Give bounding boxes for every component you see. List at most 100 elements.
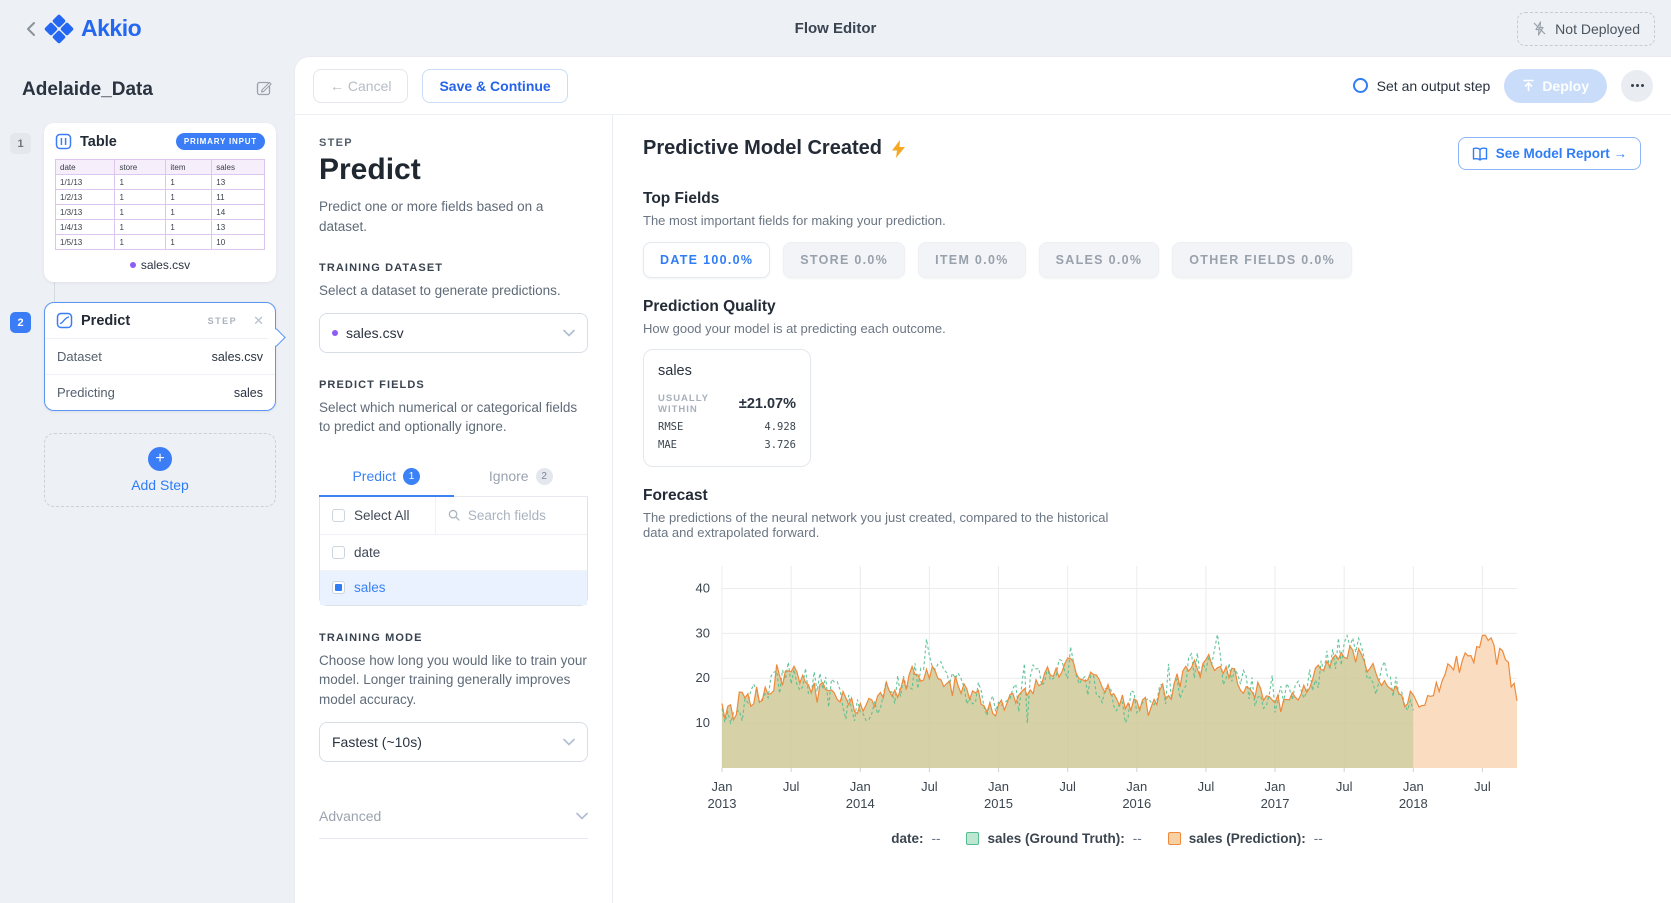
field-importance-chip: SALES 0.0%	[1039, 242, 1160, 278]
x-tick-month: Jan	[988, 779, 1009, 794]
x-tick-year: 2018	[1399, 796, 1428, 811]
step-number-badge: 1	[10, 133, 31, 154]
legend-label: sales (Prediction):	[1189, 831, 1306, 846]
fields-list-box: Select All date sales	[319, 497, 588, 606]
akkio-logo[interactable]: Akkio	[46, 15, 141, 42]
chart-legend: date:--sales (Ground Truth):--sales (Pre…	[667, 831, 1547, 846]
property-value: sales	[234, 386, 263, 400]
table-cell: 1/2/13	[56, 190, 115, 205]
x-tick-month: Jan	[850, 779, 871, 794]
x-tick-year: 2017	[1261, 796, 1290, 811]
not-deployed-button[interactable]: Not Deployed	[1517, 12, 1655, 46]
legend-value: --	[931, 831, 940, 846]
field-row-date[interactable]: date	[320, 535, 587, 570]
y-tick-label: 30	[696, 625, 710, 640]
forecast-chart: 10203040Jan2013JulJan2014JulJan2015JulJa…	[643, 556, 1641, 846]
advanced-label: Advanced	[319, 808, 381, 824]
page-title: Flow Editor	[0, 20, 1671, 37]
more-options-button[interactable]	[1621, 70, 1653, 102]
usually-within-label: USUALLY WITHIN	[658, 393, 739, 415]
table-icon	[55, 133, 72, 150]
top-bar: Akkio Flow Editor Not Deployed	[0, 0, 1671, 57]
table-cell: 1	[115, 220, 166, 235]
legend-item: sales (Prediction):--	[1168, 831, 1323, 846]
property-label: Dataset	[57, 349, 102, 364]
main-panel: ← Cancel Save & Continue Set an output s…	[295, 57, 1671, 903]
set-output-step[interactable]: Set an output step	[1353, 78, 1491, 94]
step-number-badge: 2	[10, 312, 31, 333]
legend-value: --	[1133, 831, 1142, 846]
x-tick-year: 2015	[984, 796, 1013, 811]
table-row: 1/2/131111	[56, 190, 265, 205]
legend-label: date:	[891, 831, 923, 846]
search-icon	[448, 508, 460, 522]
x-tick-month: Jan	[1126, 779, 1147, 794]
predict-step-node[interactable]: 2 Predict STEP ✕ Dataset sales.csv Predi…	[44, 302, 276, 411]
see-model-report-button[interactable]: See Model Report →	[1458, 137, 1641, 170]
table-cell: 1	[166, 220, 212, 235]
table-cell: 1/1/13	[56, 175, 115, 190]
field-importance-chip: DATE 100.0%	[643, 242, 770, 278]
advanced-toggle[interactable]: Advanced	[319, 808, 588, 839]
dataset-source-label: sales.csv	[141, 258, 190, 272]
select-all-checkbox[interactable]: Select All	[320, 497, 436, 534]
mini-table-header: item	[166, 160, 212, 175]
tab-label: Predict	[352, 468, 396, 484]
top-fields-chips: DATE 100.0%STORE 0.0%ITEM 0.0%SALES 0.0%…	[643, 242, 1641, 278]
save-continue-button[interactable]: Save & Continue	[422, 69, 567, 103]
tab-ignore[interactable]: Ignore 2	[454, 459, 589, 496]
quality-card: sales USUALLY WITHIN ±21.07% RMSE 4.928 …	[643, 349, 811, 467]
flow-connector	[54, 282, 286, 302]
chevron-down-icon	[563, 324, 575, 342]
tab-count-badge: 2	[536, 468, 553, 485]
usually-within-value: ±21.07%	[739, 396, 796, 412]
set-output-label: Set an output step	[1377, 78, 1491, 94]
x-tick-month: Jan	[712, 779, 733, 794]
table-step-node[interactable]: 1 Table PRIMARY INPUT datestoreitemsales…	[44, 123, 276, 282]
legend-swatch-icon	[966, 832, 979, 845]
field-label: date	[354, 545, 380, 560]
deploy-slash-icon	[1532, 21, 1547, 36]
flow-toolbar: ← Cancel Save & Continue Set an output s…	[295, 57, 1671, 115]
mini-data-table: datestoreitemsales1/1/1311131/2/1311111/…	[55, 159, 265, 250]
field-importance-chip: OTHER FIELDS 0.0%	[1172, 242, 1352, 278]
plus-icon: +	[148, 447, 172, 471]
book-icon	[1472, 147, 1488, 161]
x-tick-month: Jul	[783, 779, 800, 794]
deploy-button[interactable]: Deploy	[1504, 69, 1607, 103]
metric-row: RMSE 4.928	[658, 421, 796, 433]
edit-flow-name-icon[interactable]	[256, 79, 273, 101]
metric-label: MAE	[658, 439, 677, 451]
top-fields-title: Top Fields	[643, 190, 1641, 208]
field-row-sales[interactable]: sales	[320, 570, 587, 605]
table-row: 1/4/131113	[56, 220, 265, 235]
tab-predict[interactable]: Predict 1	[319, 459, 454, 496]
checkbox-icon	[332, 509, 345, 522]
x-tick-year: 2016	[1122, 796, 1151, 811]
dataset-select-value: sales.csv	[346, 325, 404, 341]
table-cell: 1	[115, 175, 166, 190]
forecast-hint: The predictions of the neural network yo…	[643, 510, 1123, 540]
table-cell: 1/5/13	[56, 235, 115, 250]
dataset-select[interactable]: sales.csv	[319, 313, 588, 353]
table-row: 1/3/131114	[56, 205, 265, 220]
training-mode-select[interactable]: Fastest (~10s)	[319, 722, 588, 762]
back-icon[interactable]	[16, 15, 44, 43]
add-step-button[interactable]: + Add Step	[44, 433, 276, 507]
legend-swatch-icon	[1168, 832, 1181, 845]
y-tick-label: 40	[696, 580, 710, 595]
upload-icon	[1522, 79, 1535, 92]
table-cell: 1	[115, 205, 166, 220]
search-input[interactable]	[468, 508, 575, 523]
field-label: sales	[354, 580, 386, 595]
akkio-logo-icon	[46, 16, 72, 42]
close-icon[interactable]: ✕	[253, 314, 264, 327]
predict-fields-tabs: Predict 1 Ignore 2	[319, 459, 588, 497]
lightning-icon	[891, 140, 906, 158]
field-search[interactable]	[436, 497, 587, 534]
step-eyebrow: STEP	[319, 137, 588, 149]
mini-table-header: store	[115, 160, 166, 175]
table-cell: 10	[212, 235, 265, 250]
cancel-button[interactable]: ← Cancel	[313, 69, 408, 103]
quality-field-name: sales	[658, 363, 796, 379]
